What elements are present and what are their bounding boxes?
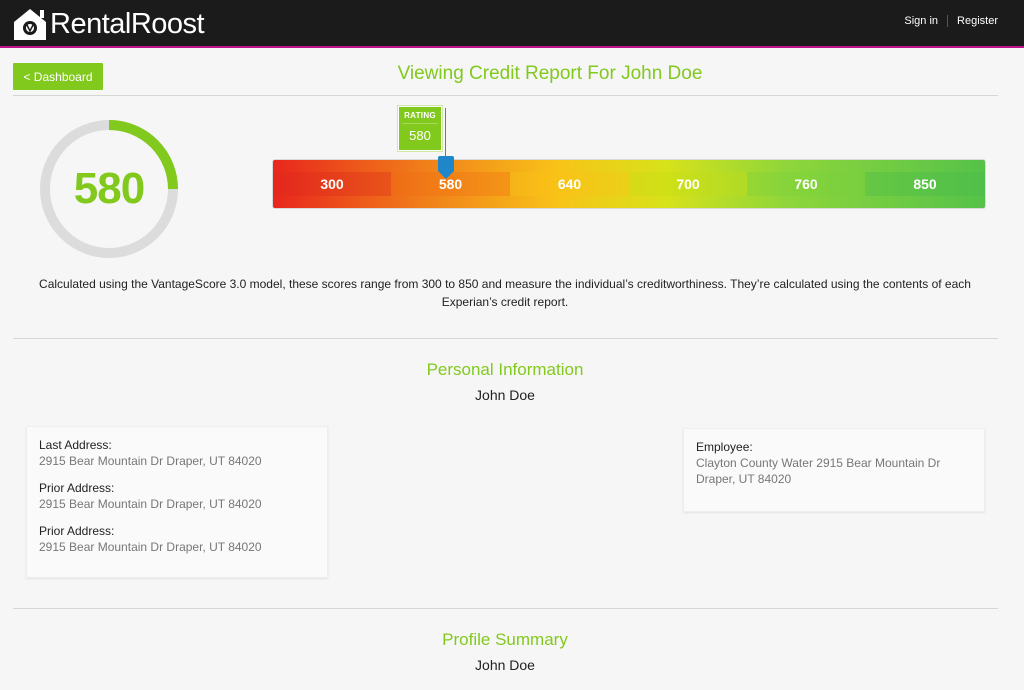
house-logo-icon: [14, 9, 46, 40]
address-item: Prior Address: 2915 Bear Mountain Dr Dra…: [39, 523, 315, 555]
address-label: Prior Address:: [39, 481, 115, 495]
credit-score-value: 580: [73, 164, 145, 213]
address-label: Last Address:: [39, 438, 112, 452]
employment-card: Employee: Clayton County Water 2915 Bear…: [683, 428, 985, 512]
rating-label: RATING: [404, 111, 436, 120]
section-divider: [13, 608, 998, 609]
address-item: Prior Address: 2915 Bear Mountain Dr Dra…: [39, 480, 315, 512]
profile-summary-name: John Doe: [475, 657, 535, 673]
score-scale-bar: 300 580 640 700 760 850: [273, 160, 985, 208]
employment-item: Employee: Clayton County Water 2915 Bear…: [696, 439, 972, 487]
employment-label: Employee:: [696, 440, 753, 454]
dashboard-back-button[interactable]: < Dashboard: [13, 63, 103, 90]
register-link[interactable]: Register: [957, 15, 998, 27]
account-links: Sign in Register: [904, 15, 998, 27]
brand-name: RentalRoost: [50, 7, 205, 40]
score-marker-icon: [438, 156, 454, 179]
page-title: Viewing Credit Report For John Doe: [397, 63, 703, 84]
top-navbar: RentalRoost Sign in Register: [0, 0, 1024, 48]
score-description: Calculated using the VantageScore 3.0 mo…: [39, 277, 971, 309]
address-item: Last Address: 2915 Bear Mountain Dr Drap…: [39, 437, 315, 469]
section-divider: [13, 338, 998, 339]
address-card: Last Address: 2915 Bear Mountain Dr Drap…: [26, 426, 328, 578]
sign-in-link[interactable]: Sign in: [904, 15, 938, 27]
profile-summary-title: Profile Summary: [442, 630, 568, 649]
address-value: 2915 Bear Mountain Dr Draper, UT 84020: [39, 497, 262, 511]
nav-divider: [947, 15, 949, 27]
address-value: 2915 Bear Mountain Dr Draper, UT 84020: [39, 540, 262, 554]
scale-band-700: 700: [629, 172, 747, 196]
personal-info-title: Personal Information: [426, 360, 584, 379]
scale-band-850: 850: [865, 172, 985, 196]
scale-band-300: 300: [273, 172, 391, 196]
rating-badge: RATING 580: [398, 106, 442, 151]
address-value: 2915 Bear Mountain Dr Draper, UT 84020: [39, 454, 262, 468]
personal-info-name: John Doe: [475, 387, 535, 403]
header-divider: [13, 95, 998, 96]
scale-band-760: 760: [747, 172, 865, 196]
rating-value: 580: [402, 123, 438, 143]
scale-band-640: 640: [510, 172, 629, 196]
brand-logo[interactable]: RentalRoost: [12, 5, 205, 43]
employment-value: Clayton County Water 2915 Bear Mountain …: [696, 456, 941, 486]
address-label: Prior Address:: [39, 524, 115, 538]
